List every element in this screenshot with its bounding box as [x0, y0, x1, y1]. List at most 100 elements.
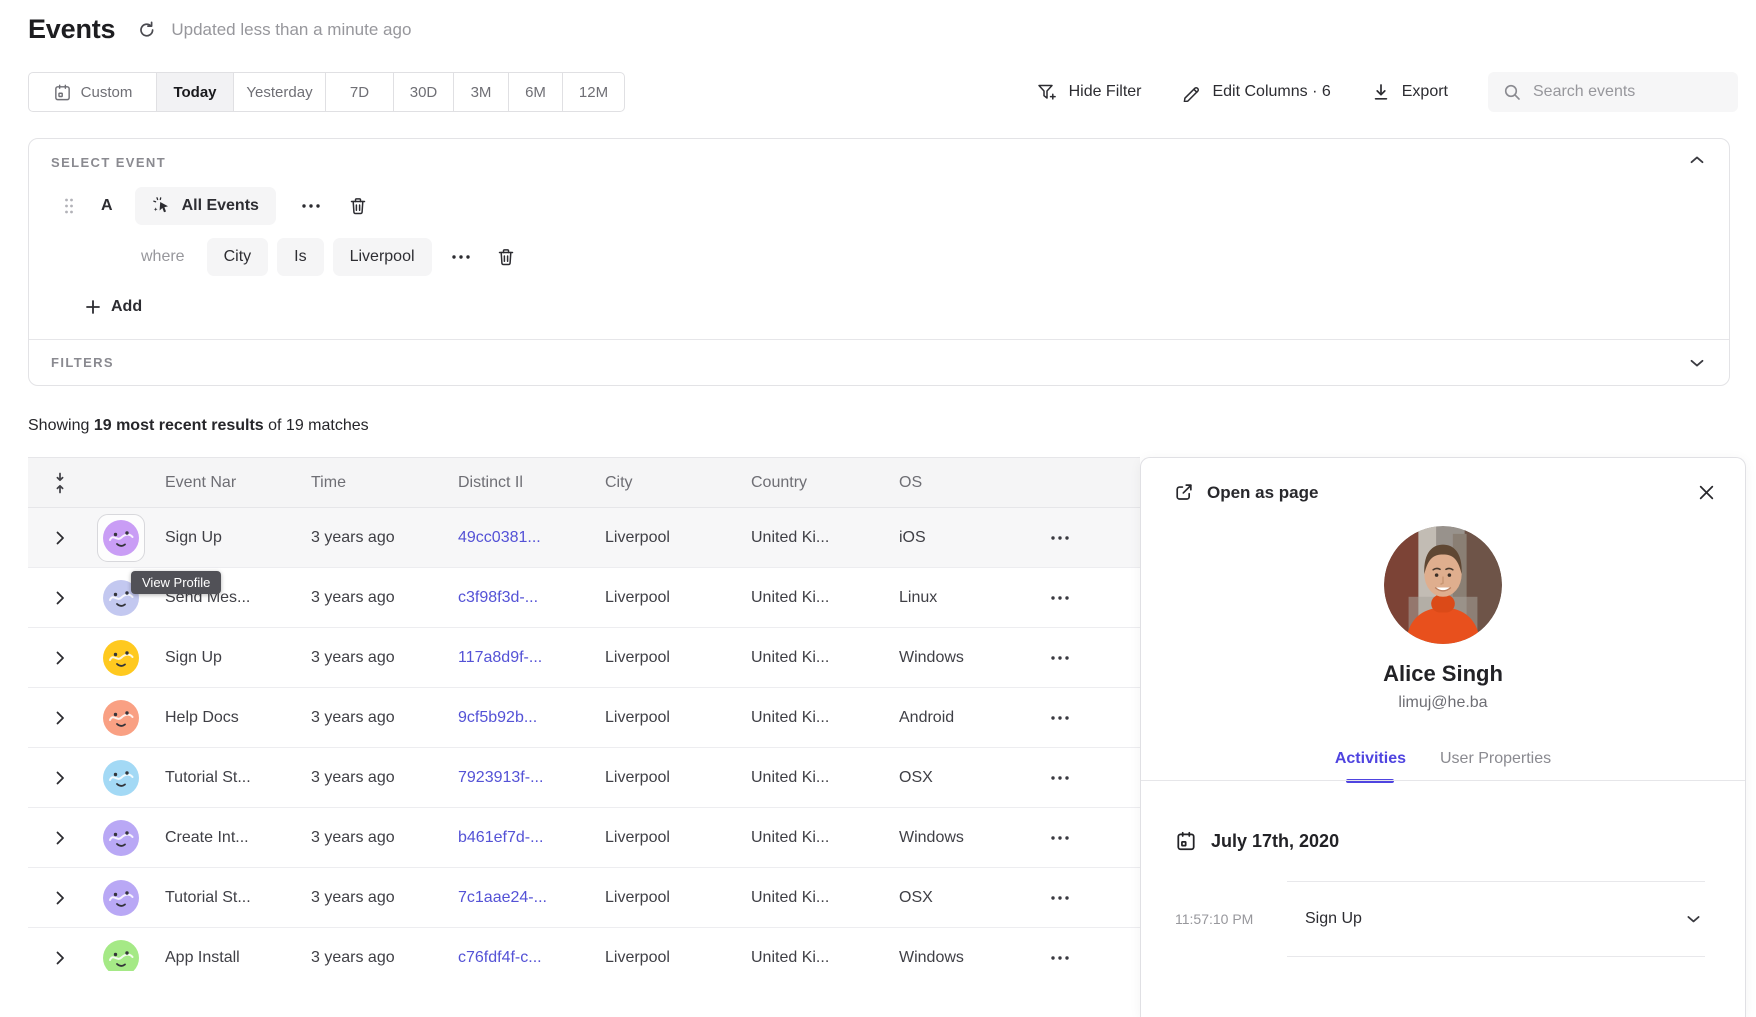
row-expand-chevron[interactable] [51, 589, 69, 607]
column-header-os[interactable]: OS [884, 474, 1017, 492]
close-panel-button[interactable] [1698, 484, 1715, 501]
distinct-id-link[interactable]: 117a8d9f-... [443, 649, 590, 667]
row-expand-chevron[interactable] [51, 529, 69, 547]
plus-icon [85, 299, 101, 315]
city-cell: Liverpool [590, 529, 736, 547]
date-range-30d[interactable]: 30D [394, 73, 454, 111]
table-row[interactable]: Create Int...3 years agob461ef7d-...Live… [28, 808, 1140, 868]
date-range-label: 7D [350, 84, 369, 101]
row-expand-chevron[interactable] [51, 649, 69, 667]
table-row[interactable]: Tutorial St...3 years ago7923913f-...Liv… [28, 748, 1140, 808]
user-avatar[interactable] [103, 880, 139, 916]
row-expand-chevron[interactable] [51, 709, 69, 727]
column-header-time[interactable]: Time [296, 474, 443, 492]
country-cell: United Ki... [736, 529, 884, 547]
add-event-button[interactable]: Add [85, 292, 142, 322]
distinct-id-link[interactable]: 7923913f-... [443, 769, 590, 787]
column-header-city[interactable]: City [590, 474, 736, 492]
date-range-7d[interactable]: 7D [326, 73, 394, 111]
operator-chip[interactable]: Is [277, 238, 323, 276]
table-row[interactable]: Sign Up3 years ago49cc0381...LiverpoolUn… [28, 508, 1140, 568]
os-cell: Windows [884, 829, 1017, 847]
distinct-id-link[interactable]: 7c1aae24-... [443, 889, 590, 907]
row-more-button[interactable] [1051, 656, 1069, 660]
table-row[interactable]: Tutorial St...3 years ago7c1aae24-...Liv… [28, 868, 1140, 928]
date-range-yesterday[interactable]: Yesterday [234, 73, 326, 111]
compress-rows-button[interactable] [28, 471, 92, 495]
table-row[interactable]: Help Docs3 years ago9cf5b92b...Liverpool… [28, 688, 1140, 748]
event-selector-chip[interactable]: All Events [135, 187, 276, 225]
row-more-button[interactable] [1051, 596, 1069, 600]
event-delete-button[interactable] [348, 196, 368, 216]
user-avatar[interactable] [103, 700, 139, 736]
event-name-cell: Tutorial St... [150, 769, 296, 787]
row-more-button[interactable] [1051, 536, 1069, 540]
event-more-button[interactable] [302, 204, 320, 208]
user-avatar[interactable] [103, 640, 139, 676]
where-more-button[interactable] [452, 255, 470, 259]
column-header-distinct-il[interactable]: Distinct Il [443, 474, 590, 492]
date-range-control: CustomTodayYesterday 7D 30D3M6M 12M [28, 72, 625, 112]
hide-filter-button[interactable]: Hide Filter [1036, 82, 1142, 102]
filters-section[interactable]: FILTERS [51, 339, 1705, 386]
value-chip[interactable]: Liverpool [333, 238, 432, 276]
column-header-event-nar[interactable]: Event Nar [150, 474, 296, 492]
distinct-id-link[interactable]: b461ef7d-... [443, 829, 590, 847]
distinct-id-link[interactable]: 49cc0381... [443, 529, 590, 547]
date-range-12m[interactable]: 12M [563, 73, 624, 111]
search-box[interactable] [1488, 72, 1738, 112]
table-row[interactable]: App Install3 years agoc76fdf4f-c...Liver… [28, 928, 1140, 971]
user-avatar[interactable] [103, 760, 139, 796]
export-button[interactable]: Export [1371, 82, 1448, 102]
row-more-button[interactable] [1051, 896, 1069, 900]
property-chip[interactable]: City [207, 238, 269, 276]
tab-user-properties[interactable]: User Properties [1440, 750, 1551, 780]
row-expand-chevron[interactable] [51, 889, 69, 907]
date-range-6m[interactable]: 6M [509, 73, 563, 111]
row-expand-chevron[interactable] [51, 829, 69, 847]
user-avatar[interactable] [103, 940, 139, 972]
open-as-page-button[interactable]: Open as page [1173, 482, 1318, 503]
activity-event-expander[interactable]: Sign Up [1287, 881, 1705, 957]
drag-handle[interactable] [63, 197, 75, 215]
avatar-frame [97, 814, 145, 862]
date-range-custom[interactable]: Custom [29, 73, 157, 111]
event-name-cell: Help Docs [150, 709, 296, 727]
search-input[interactable] [1533, 83, 1724, 101]
date-range-label: 12M [579, 84, 608, 101]
edit-columns-button[interactable]: Edit Columns · 6 [1181, 82, 1330, 102]
row-more-button[interactable] [1051, 776, 1069, 780]
user-avatar[interactable] [103, 820, 139, 856]
row-more-button[interactable] [1051, 836, 1069, 840]
time-cell: 3 years ago [296, 769, 443, 787]
row-more-button[interactable] [1051, 716, 1069, 720]
row-expand-chevron[interactable] [51, 949, 69, 967]
country-cell: United Ki... [736, 589, 884, 607]
distinct-id-link[interactable]: c3f98f3d-... [443, 589, 590, 607]
close-icon [1698, 484, 1715, 501]
date-range-today[interactable]: Today [157, 73, 234, 111]
where-delete-button[interactable] [496, 247, 516, 267]
os-cell: Windows [884, 649, 1017, 667]
tab-activities[interactable]: Activities [1335, 750, 1406, 780]
row-expand-chevron[interactable] [51, 769, 69, 787]
results-count: 19 most recent results [94, 417, 264, 434]
distinct-id-link[interactable]: c76fdf4f-c... [443, 949, 590, 967]
avatar-frame [97, 694, 145, 742]
user-avatar[interactable] [103, 520, 139, 556]
avatar-frame [97, 934, 145, 972]
row-more-button[interactable] [1051, 956, 1069, 960]
refresh-button[interactable] [137, 20, 157, 40]
distinct-id-link[interactable]: 9cf5b92b... [443, 709, 590, 727]
time-cell: 3 years ago [296, 709, 443, 727]
column-header-country[interactable]: Country [736, 474, 884, 492]
time-cell: 3 years ago [296, 529, 443, 547]
table-row[interactable]: Sign Up3 years ago117a8d9f-...LiverpoolU… [28, 628, 1140, 688]
avatar-frame [97, 874, 145, 922]
event-name-cell: Sign Up [150, 649, 296, 667]
activity-date-label: July 17th, 2020 [1211, 831, 1339, 852]
collapse-section-button[interactable] [1689, 155, 1705, 165]
export-label: Export [1402, 83, 1448, 101]
date-range-3m[interactable]: 3M [454, 73, 509, 111]
avatar-frame [97, 514, 145, 562]
